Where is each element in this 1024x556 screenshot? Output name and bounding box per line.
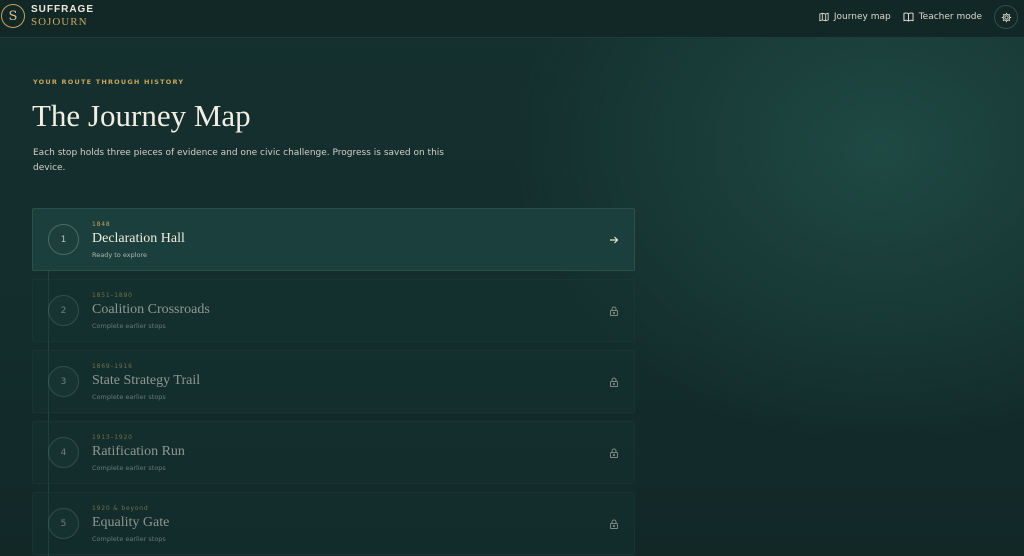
stop-name: Ratification Run [92, 444, 185, 459]
brand-name: SUFFRAGE SOJOURN [31, 4, 94, 28]
nav-journey-map[interactable]: Journey map [819, 6, 891, 28]
brand-line-1: SUFFRAGE [31, 4, 94, 15]
lock-icon [608, 305, 620, 317]
stop-number: 4 [48, 437, 79, 468]
stop-name: State Strategy Trail [92, 373, 201, 388]
page-eyebrow: YOUR ROUTE THROUGH HISTORY [33, 78, 185, 86]
nav-teacher-mode[interactable]: Teacher mode [903, 6, 982, 28]
stop-status: Ready to explore [92, 251, 148, 259]
stop-card-3[interactable]: 3 1869–1916 State Strategy Trail Complet… [32, 350, 635, 413]
stop-card-5[interactable]: 5 1920 & beyond Equality Gate Complete e… [32, 492, 635, 555]
stop-year: 1869–1916 [92, 363, 133, 370]
nav-teacher-mode-label: Teacher mode [918, 12, 982, 22]
stop-status: Complete earlier stops [92, 393, 166, 401]
stop-number: 5 [48, 508, 79, 539]
stop-number: 2 [48, 295, 79, 326]
stop-card-4[interactable]: 4 1913–1920 Ratification Run Complete ea… [32, 421, 635, 484]
logo-monogram: S [1, 4, 25, 28]
top-bar: S SUFFRAGE SOJOURN Journey map Teacher m… [0, 0, 1024, 38]
arrow-right-icon [608, 234, 620, 246]
brand-line-2: SOJOURN [31, 16, 88, 28]
map-icon [819, 12, 829, 22]
lock-icon [608, 376, 620, 388]
stop-card-2[interactable]: 2 1851–1890 Coalition Crossroads Complet… [32, 279, 635, 342]
lock-icon [608, 518, 620, 530]
page-intro: Each stop holds three pieces of evidence… [33, 148, 444, 173]
stop-year: 1848 [92, 221, 111, 228]
book-icon [903, 12, 914, 22]
stop-name: Declaration Hall [92, 231, 185, 246]
stop-number: 3 [48, 366, 79, 397]
top-nav: Journey map Teacher mode [819, 5, 1018, 29]
stop-status: Complete earlier stops [92, 322, 166, 330]
gear-icon [1001, 12, 1011, 22]
stop-card-1[interactable]: 1 1848 Declaration Hall Ready to explore [32, 208, 635, 271]
stop-status: Complete earlier stops [92, 535, 166, 543]
stop-year: 1920 & beyond [92, 505, 149, 512]
stop-number: 1 [48, 224, 79, 255]
settings-button[interactable] [994, 5, 1018, 29]
stop-name: Coalition Crossroads [92, 302, 210, 317]
journey-stops-list: 1 1848 Declaration Hall Ready to explore… [32, 208, 635, 556]
stop-year: 1913–1920 [92, 434, 133, 441]
stop-year: 1851–1890 [92, 292, 133, 299]
stop-name: Equality Gate [92, 515, 170, 530]
brand-logo[interactable]: S SUFFRAGE SOJOURN [0, 4, 94, 28]
stop-status: Complete earlier stops [92, 464, 166, 472]
page-title: The Journey Map [32, 98, 251, 133]
lock-icon [608, 447, 620, 459]
nav-journey-map-label: Journey map [833, 12, 891, 22]
